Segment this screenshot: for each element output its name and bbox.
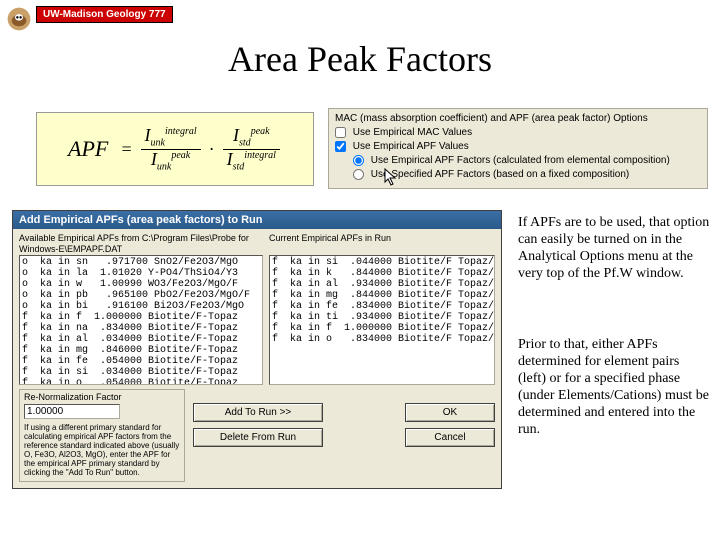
ok-button[interactable]: OK <box>405 403 495 422</box>
add-to-run-button[interactable]: Add To Run >> <box>193 403 323 422</box>
renorm-hint: If using a different primary standard fo… <box>24 423 180 477</box>
badger-logo <box>6 6 32 32</box>
current-apf-list[interactable]: f ka in si .044000 Biotite/F Topaz/M f k… <box>269 255 495 385</box>
add-empirical-apf-dialog: Add Empirical APFs (area peak factors) t… <box>12 210 502 489</box>
course-badge: UW-Madison Geology 777 <box>36 6 173 23</box>
explanation-paragraph-2: Prior to that, either APFs determined fo… <box>518 336 710 438</box>
radio-specified-input[interactable] <box>353 169 364 180</box>
radio-apf-specified[interactable]: Use Specified APF Factors (based on a fi… <box>353 168 701 182</box>
current-apf-caption: Current Empirical APFs in Run <box>269 233 495 255</box>
apf-formula: APF = Iunkintegral Iunkpeak · Istdpeak I… <box>36 112 314 186</box>
checkbox-use-empirical-apf[interactable]: Use Empirical APF Values <box>335 140 701 154</box>
renorm-input[interactable] <box>24 404 120 419</box>
options-group-title: MAC (mass absorption coefficient) and AP… <box>335 113 701 124</box>
cancel-button[interactable]: Cancel <box>405 428 495 447</box>
delete-from-run-button[interactable]: Delete From Run <box>193 428 323 447</box>
explanation-paragraph-1: If APFs are to be used, that option can … <box>518 214 710 282</box>
page-title: Area Peak Factors <box>0 38 720 80</box>
formula-frac1: Iunkintegral Iunkpeak <box>141 126 201 172</box>
available-apf-caption: Available Empirical APFs from C:\Program… <box>19 233 263 255</box>
dialog-titlebar[interactable]: Add Empirical APFs (area peak factors) t… <box>13 211 501 229</box>
checkbox-mac-input[interactable] <box>335 127 346 138</box>
renorm-label: Re-Normalization Factor <box>24 392 180 402</box>
radio-apf-from-elemental[interactable]: Use Empirical APF Factors (calculated fr… <box>353 154 701 168</box>
formula-lhs: APF <box>68 136 108 162</box>
available-apf-list[interactable]: o ka in sn .971700 SnO2/Fe2O3/MgO o ka i… <box>19 255 263 385</box>
mac-apf-options-panel: MAC (mass absorption coefficient) and AP… <box>328 108 708 189</box>
checkbox-apf-input[interactable] <box>335 141 346 152</box>
renorm-group: Re-Normalization Factor If using a diffe… <box>19 389 185 482</box>
checkbox-use-empirical-mac[interactable]: Use Empirical MAC Values <box>335 126 701 140</box>
radio-elemental-input[interactable] <box>353 155 364 166</box>
formula-frac2: Istdpeak Istdintegral <box>223 126 280 172</box>
